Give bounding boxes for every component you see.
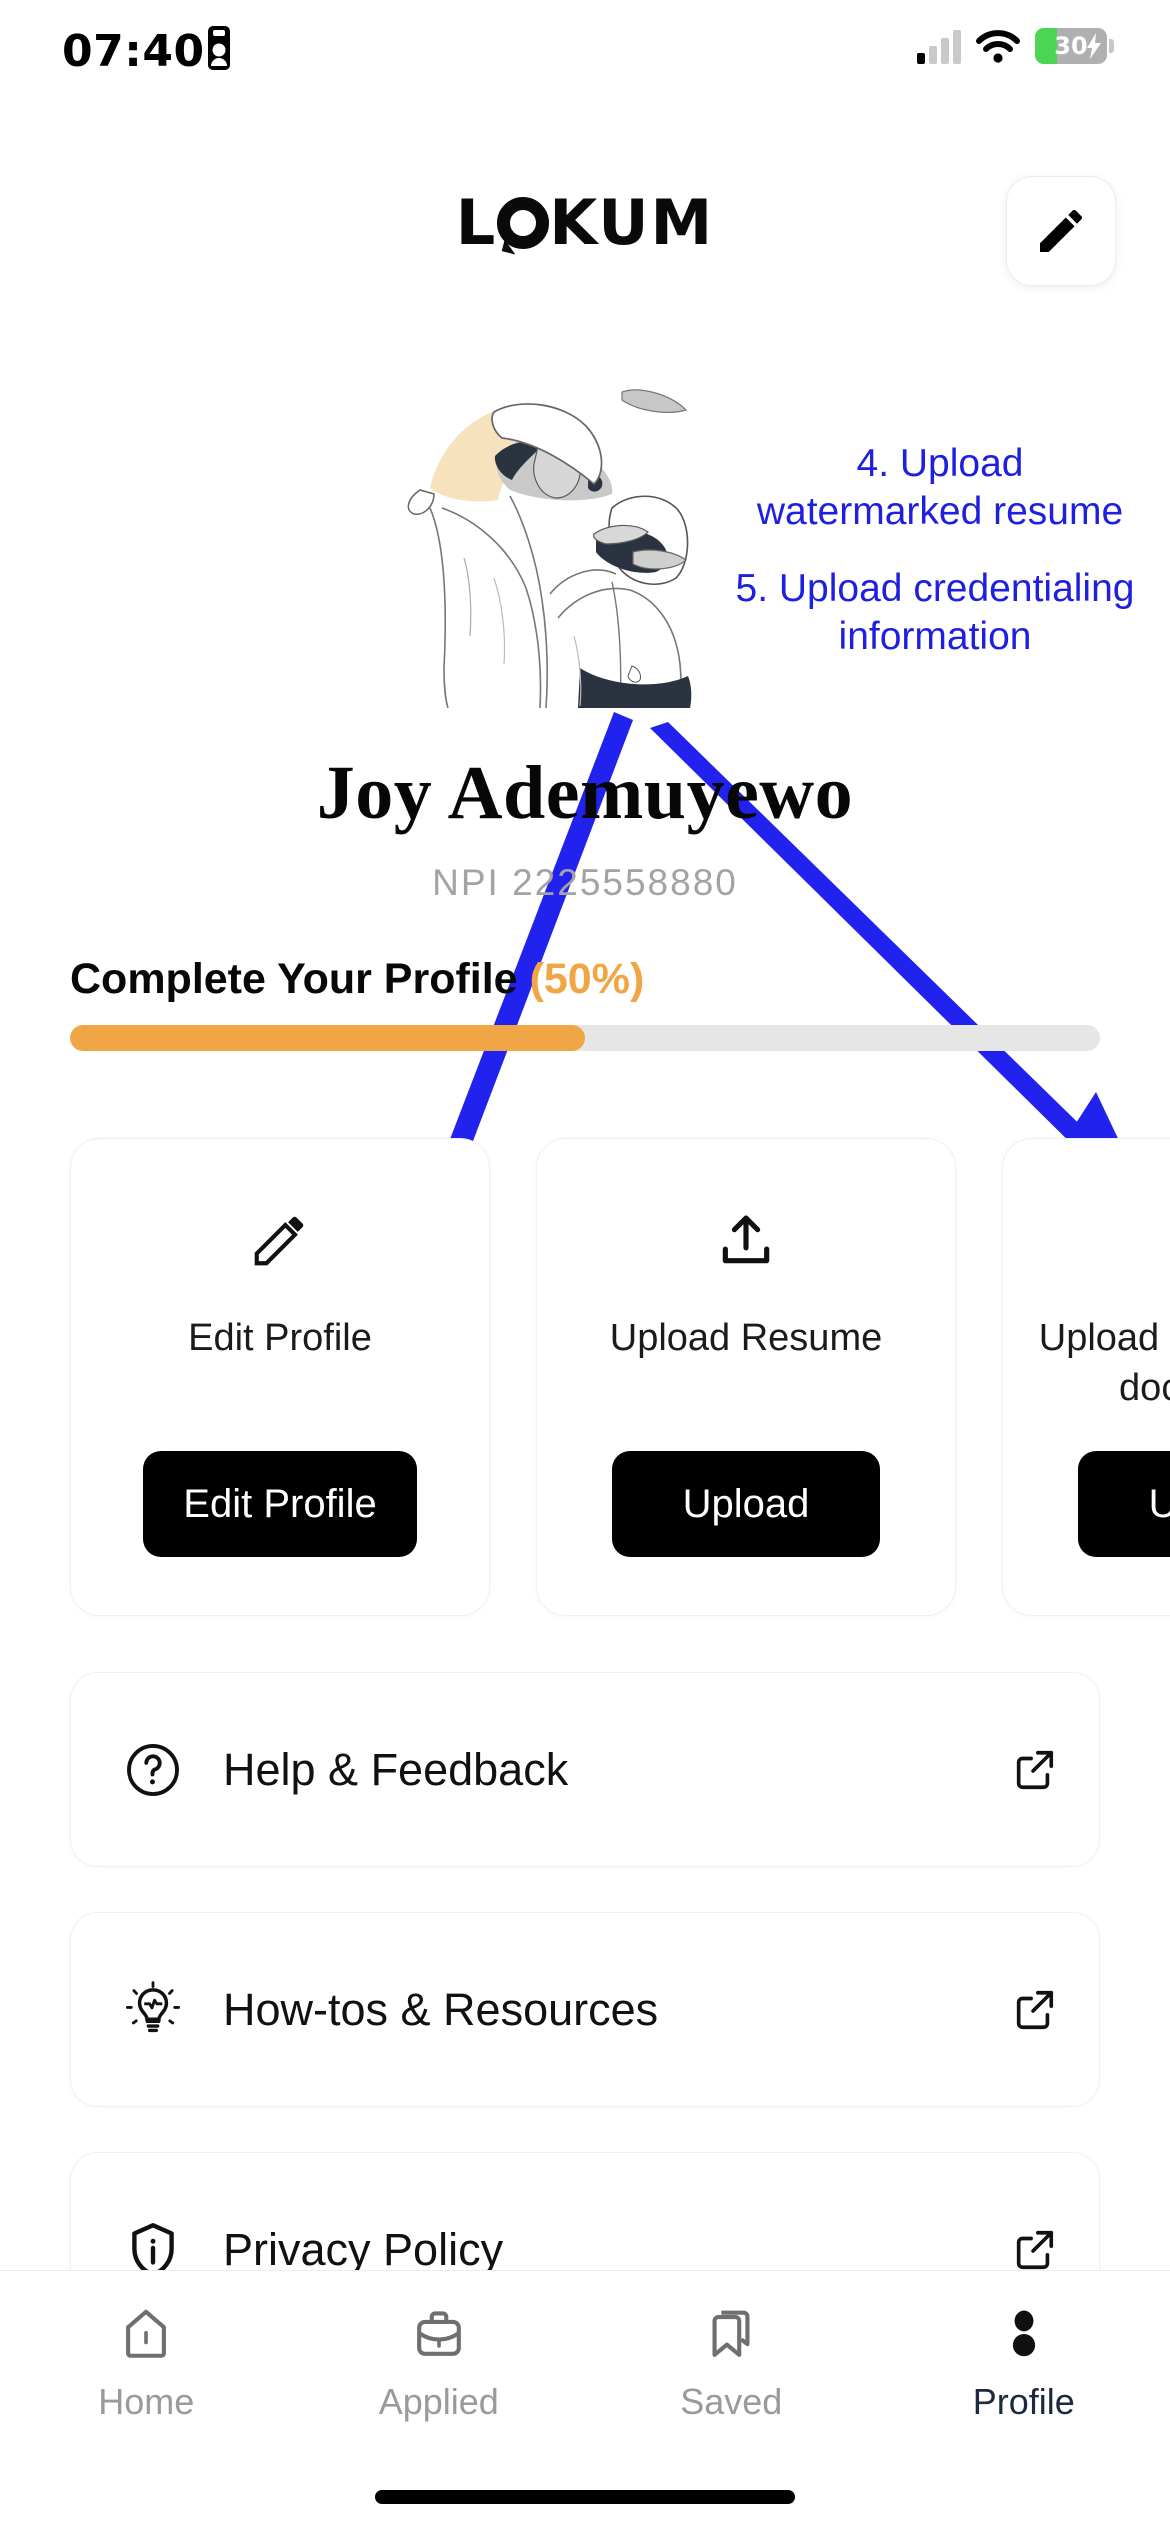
edit-profile-button[interactable]: Edit Profile: [143, 1451, 417, 1557]
nav-item-applied[interactable]: Applied: [293, 2305, 586, 2423]
card-label: Upload credentialing documents: [1038, 1317, 1170, 1409]
nav-item-label: Profile: [972, 2381, 1075, 2422]
card-upload-credentialing[interactable]: Upload credentialing documents Upload: [1002, 1138, 1170, 1616]
external-link-icon[interactable]: [997, 2227, 1057, 2273]
card-edit-profile[interactable]: Edit Profile Edit Profile: [70, 1138, 490, 1616]
pencil-icon: [1040, 209, 1083, 252]
bookmark-icon: [712, 2310, 750, 2357]
list-item-help-feedback[interactable]: Help & Feedback: [70, 1672, 1100, 1867]
list-item-label: Help & Feedback: [223, 1743, 569, 1795]
annotation-step-5: 5. Upload credentialing information: [735, 567, 1135, 658]
recording-indicator-icon: [208, 26, 230, 70]
charging-bolt-icon: [1087, 33, 1101, 59]
list-item-label: Privacy Policy: [223, 2223, 504, 2275]
card-label: Upload Resume: [609, 1317, 883, 1359]
medical-professionals-illustration: [407, 389, 692, 708]
profile-name: Joy Ademuyewo: [316, 751, 854, 835]
list-item-how-tos-resources[interactable]: How-tos & Resources: [70, 1912, 1100, 2107]
nav-item-label: Applied: [378, 2381, 499, 2422]
battery-indicator: 30: [1035, 28, 1114, 64]
question-circle-icon: [113, 1739, 193, 1801]
edit-profile-header-button[interactable]: [1006, 176, 1116, 286]
nav-item-profile[interactable]: Profile: [878, 2305, 1170, 2423]
wifi-icon: [976, 30, 1020, 63]
cellular-signal-icon: [917, 28, 961, 64]
home-indicator: [375, 2490, 795, 2504]
battery-cap: [1109, 39, 1114, 53]
status-bar: 07:40 30: [0, 0, 1170, 110]
nav-item-saved[interactable]: Saved: [585, 2305, 878, 2423]
profile-action-cards[interactable]: Edit Profile Edit Profile Upload Resume …: [70, 1138, 1170, 1616]
profile-npi: NPI 2225558880: [432, 862, 738, 903]
nav-item-label: Home: [98, 2381, 195, 2422]
status-bar-time: 07:40: [62, 26, 205, 77]
card-label: Edit Profile: [188, 1317, 372, 1359]
home-icon: [126, 2309, 167, 2358]
profile-completion-percent: (50%): [529, 955, 645, 1003]
app-screen: 07:40 30 L KUM 4. Upload watermarked res…: [0, 0, 1170, 2532]
app-header: L KUM: [0, 176, 1170, 296]
profile-completion-label: Complete Your Profile (50%): [70, 955, 644, 1004]
pencil-icon: [249, 1205, 311, 1275]
status-bar-indicators: 30: [917, 28, 1114, 64]
profile-completion-text: Complete Your Profile: [70, 955, 518, 1003]
briefcase-icon: [416, 2311, 461, 2356]
upload-icon: [715, 1205, 777, 1275]
nav-item-label: Saved: [680, 2381, 783, 2422]
logo-text-before: L: [455, 186, 498, 259]
list-item-label: How-tos & Resources: [223, 1983, 659, 2035]
upload-resume-button[interactable]: Upload: [612, 1451, 880, 1557]
profile-completion-progress-bar: [70, 1025, 1100, 1051]
external-link-icon[interactable]: [997, 1987, 1057, 2033]
lightbulb-icon: [113, 1979, 193, 2041]
logo-text-after: KUM: [549, 186, 715, 259]
annotation-step-4: 4. Upload watermarked resume: [756, 442, 1124, 533]
upload-credentialing-button[interactable]: Upload: [1078, 1451, 1170, 1557]
lokum-logo: L KUM: [0, 186, 1170, 259]
logo-speech-bubble-o-icon: [497, 197, 550, 249]
nav-item-home[interactable]: Home: [0, 2305, 293, 2423]
person-icon: [1012, 2310, 1035, 2357]
profile-completion-progress-fill: [70, 1025, 585, 1051]
external-link-icon[interactable]: [997, 1747, 1057, 1793]
card-upload-resume[interactable]: Upload Resume Upload: [536, 1138, 956, 1616]
